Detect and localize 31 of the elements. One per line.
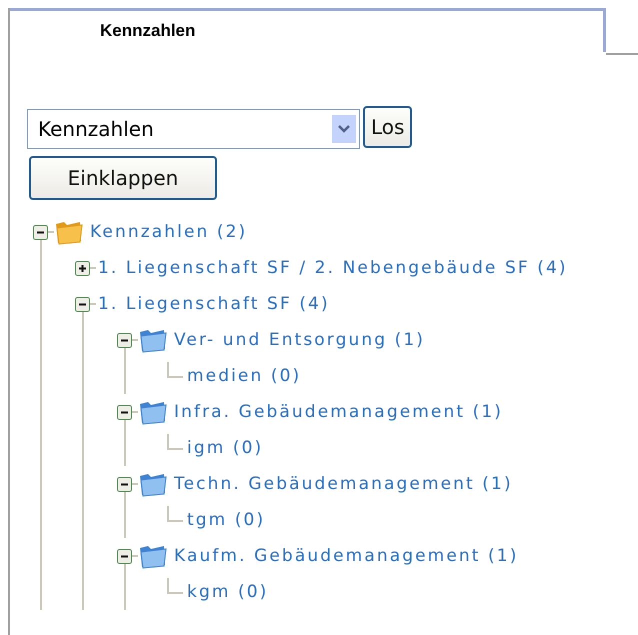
collapse-toggle[interactable] xyxy=(117,548,132,564)
tab-title[interactable]: Kennzahlen xyxy=(100,20,196,40)
collapse-button[interactable]: Einklappen xyxy=(29,156,217,200)
collapse-toggle[interactable] xyxy=(117,332,132,348)
tree-item-link[interactable]: tgm (0) xyxy=(187,510,266,530)
go-button[interactable]: Los xyxy=(363,106,412,148)
expand-toggle[interactable] xyxy=(75,260,90,276)
tree-item-link[interactable]: 1. Liegenschaft SF (4) xyxy=(98,294,330,314)
tree-connector-line xyxy=(167,362,183,378)
tree-item-link[interactable]: Kennzahlen (2) xyxy=(90,222,248,242)
tree-connector-line xyxy=(167,434,183,450)
select-field[interactable]: Kennzahlen xyxy=(27,109,360,149)
tree-item-link[interactable]: Infra. Gebäudemanagement (1) xyxy=(174,402,504,422)
tree-item-link[interactable]: Techn. Gebäudemanagement (1) xyxy=(174,474,513,494)
tree-item-link[interactable]: kgm (0) xyxy=(187,582,268,602)
folder-icon xyxy=(54,219,84,245)
collapse-toggle[interactable] xyxy=(75,296,90,312)
tree-item-link[interactable]: medien (0) xyxy=(187,366,302,386)
collapse-toggle[interactable] xyxy=(117,404,132,420)
tree-item-link[interactable]: igm (0) xyxy=(187,438,264,458)
tree-connector-line xyxy=(167,506,183,522)
collapse-toggle[interactable] xyxy=(33,224,48,240)
folder-icon xyxy=(138,471,168,497)
tree-item-link[interactable]: Kaufm. Gebäudemanagement (1) xyxy=(174,546,518,566)
collapse-toggle[interactable] xyxy=(117,476,132,492)
tree-item-link[interactable]: Ver- und Entsorgung (1) xyxy=(174,330,425,350)
folder-icon xyxy=(138,543,168,569)
tree-connector-line xyxy=(167,578,183,594)
folder-icon xyxy=(138,327,168,353)
folder-icon xyxy=(138,399,168,425)
tree-item-link[interactable]: 1. Liegenschaft SF / 2. Nebengebäude SF (4) xyxy=(98,258,568,278)
